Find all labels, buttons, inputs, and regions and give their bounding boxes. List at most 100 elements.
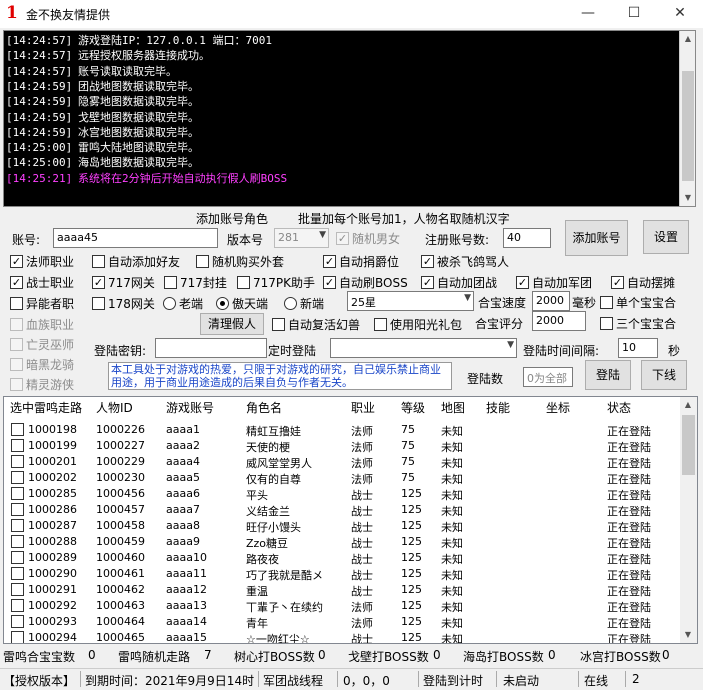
blood-job-checkbox[interactable]: 血族职业 <box>10 316 74 333</box>
login-interval-input[interactable]: 10 <box>618 338 658 358</box>
row-checkbox[interactable] <box>11 615 24 628</box>
necro-job-checkbox[interactable]: 亡灵巫师 <box>10 336 74 353</box>
table-row[interactable]: 1000287 1000458 aaaa8 旺仔小馒头 战士 125 未知 正在登陆 <box>4 518 680 534</box>
register-count-input[interactable]: 40 <box>503 228 551 248</box>
table-row[interactable]: 1000291 1000462 aaaa12 重温 战士 125 未知 正在登陆 <box>4 582 680 598</box>
table-row[interactable]: 1000294 1000465 aaaa15 ☆一吻红尘☆ 战士 125 未知 正在登陆 <box>4 630 680 643</box>
warrior-job-checkbox[interactable]: 战士职业 <box>10 274 74 291</box>
auto-friend-checkbox[interactable]: 自动添加好友 <box>92 253 180 270</box>
row-checkbox[interactable] <box>11 439 24 452</box>
table-row[interactable]: 1000201 1000229 aaaa4 威风堂堂男人 法师 75 未知 正在登陆 <box>4 454 680 470</box>
column-header[interactable]: 角色名 <box>246 399 282 416</box>
login-button[interactable]: 登陆 <box>585 360 631 390</box>
column-header[interactable]: 游戏账号 <box>166 399 214 416</box>
clear-bots-button[interactable]: 清理假人 <box>200 313 264 335</box>
row-checkbox[interactable] <box>11 551 24 564</box>
scroll-up-icon[interactable]: ▲ <box>680 397 696 413</box>
net-178-checkbox[interactable]: 178网关 <box>92 295 155 312</box>
version-select[interactable]: 281 ▼ <box>274 228 329 248</box>
old-server-radio[interactable]: 老端 <box>163 295 203 312</box>
column-header[interactable]: 技能 <box>486 399 510 416</box>
triple-treasure-checkbox[interactable]: 三个宝宝合 <box>600 315 676 332</box>
table-row[interactable]: 1000292 1000463 aaaa13 丅輩孒丶在续约 法师 125 未知 正在登陆 <box>4 598 680 614</box>
new-server-radio[interactable]: 新端 <box>284 295 324 312</box>
auto-stall-checkbox[interactable]: 自动摆摊 <box>611 274 675 291</box>
row-checkbox[interactable] <box>11 599 24 612</box>
row-checkbox[interactable] <box>11 487 24 500</box>
version-label: 版本号 <box>227 233 264 247</box>
killed-curse-checkbox[interactable]: 被杀飞鸽骂人 <box>421 253 509 270</box>
column-header[interactable]: 等级 <box>401 399 425 416</box>
table-cell: 125 <box>401 599 422 612</box>
table-cell: 仅有的自尊 <box>246 473 301 486</box>
close-button[interactable]: ✕ <box>657 0 703 28</box>
row-checkbox[interactable] <box>11 471 24 484</box>
add-account-button[interactable]: 添加账号 <box>565 220 628 256</box>
elf-ranger-checkbox[interactable]: 精灵游侠 <box>10 376 74 393</box>
row-checkbox[interactable] <box>11 519 24 532</box>
maximize-button[interactable]: ☐ <box>611 0 657 28</box>
row-checkbox[interactable] <box>11 503 24 516</box>
mage-job-checkbox[interactable]: 法师职业 <box>10 253 74 270</box>
seal-717-checkbox[interactable]: 717封挂 <box>164 274 227 291</box>
random-gender-checkbox[interactable]: 随机男女 <box>336 230 400 247</box>
table-scrollbar-thumb[interactable] <box>682 415 695 475</box>
single-treasure-checkbox[interactable]: 单个宝宝合 <box>600 294 676 311</box>
timed-login-select[interactable]: ▼ <box>330 338 517 358</box>
table-row[interactable]: 1000286 1000457 aaaa7 义结金兰 战士 125 未知 正在登陆 <box>4 502 680 518</box>
logout-button[interactable]: 下线 <box>641 360 687 390</box>
table-row[interactable]: 1000199 1000227 aaaa2 天使的梗 法师 75 未知 正在登陆 <box>4 438 680 454</box>
treasure-score-input[interactable]: 2000 <box>532 311 586 331</box>
net-717-checkbox[interactable]: 717网关 <box>92 274 155 291</box>
auto-team-checkbox[interactable]: 自动加团战 <box>421 274 497 291</box>
table-row[interactable]: 1000202 1000230 aaaa5 仅有的自尊 法师 75 未知 正在登陆 <box>4 470 680 486</box>
table-cell: 旺仔小馒头 <box>246 521 301 534</box>
settings-button[interactable]: 设置 <box>643 220 689 254</box>
treasure-speed-label: 合宝速度 <box>478 296 527 310</box>
table-row[interactable]: 1000198 1000226 aaaa1 精虹互撸娃 法师 75 未知 正在登陆 <box>4 422 680 438</box>
server-select[interactable]: 25星 ▼ <box>347 291 474 311</box>
column-header[interactable]: 状态 <box>607 399 631 416</box>
log-scrollbar-thumb[interactable] <box>682 71 694 181</box>
column-header[interactable]: 人物ID <box>96 399 133 416</box>
auto-boss-checkbox[interactable]: 自动刷BOSS <box>323 274 408 291</box>
table-scrollbar[interactable]: ▲ ▼ <box>680 397 697 643</box>
auto-revive-checkbox[interactable]: 自动复活幻兽 <box>272 316 360 333</box>
login-count-input[interactable]: 0为全部 <box>523 367 573 387</box>
table-row[interactable]: 1000289 1000460 aaaa10 路夜夜 战士 125 未知 正在登陆 <box>4 550 680 566</box>
account-input[interactable]: aaaa45 <box>53 228 218 248</box>
scroll-down-icon[interactable]: ▼ <box>680 627 696 643</box>
login-timer-value: 未启动 <box>503 674 540 688</box>
table-row[interactable]: 1000288 1000459 aaaa9 Zzo糖豆 战士 125 未知 正在登陆 <box>4 534 680 550</box>
table-cell: 未知 <box>441 553 463 566</box>
column-header[interactable]: 坐标 <box>546 399 570 416</box>
auto-donate-checkbox[interactable]: 自动捐爵位 <box>323 253 399 270</box>
column-header[interactable]: 职业 <box>351 399 375 416</box>
row-checkbox[interactable] <box>11 567 24 580</box>
table-cell: 1000199 <box>28 439 77 452</box>
treasure-speed-input[interactable]: 2000 <box>532 291 570 311</box>
log-scrollbar[interactable]: ▲ ▼ <box>679 31 695 206</box>
table-cell: 75 <box>401 455 415 468</box>
use-sunlight-checkbox[interactable]: 使用阳光礼包 <box>374 316 462 333</box>
table-row[interactable]: 1000293 1000464 aaaa14 青年 法师 125 未知 正在登陆 <box>4 614 680 630</box>
scroll-up-icon[interactable]: ▲ <box>680 31 695 47</box>
row-checkbox[interactable] <box>11 583 24 596</box>
login-key-input[interactable] <box>155 338 267 358</box>
minimize-button[interactable]: — <box>565 0 611 28</box>
table-row[interactable]: 1000290 1000461 aaaa11 巧了我就是酷メ 战士 125 未知 正在登陆 <box>4 566 680 582</box>
table-row[interactable]: 1000285 1000456 aaaa6 平头 战士 125 未知 正在登陆 <box>4 486 680 502</box>
row-checkbox[interactable] <box>11 423 24 436</box>
column-header[interactable]: 选中雷鸣走路 <box>10 399 82 416</box>
auto-army-checkbox[interactable]: 自动加军团 <box>516 274 592 291</box>
column-header[interactable]: 地图 <box>441 399 465 416</box>
ability-job-checkbox[interactable]: 异能者职 <box>10 295 74 312</box>
aotian-server-radio[interactable]: 傲天端 <box>216 295 268 312</box>
scroll-down-icon[interactable]: ▼ <box>680 190 695 206</box>
row-checkbox[interactable] <box>11 455 24 468</box>
random-outfit-checkbox[interactable]: 随机购买外套 <box>196 253 284 270</box>
row-checkbox[interactable] <box>11 535 24 548</box>
dark-dragon-checkbox[interactable]: 暗黑龙骑 <box>10 356 74 373</box>
pk-717-checkbox[interactable]: 717PK助手 <box>237 274 315 291</box>
row-checkbox[interactable] <box>11 631 24 643</box>
